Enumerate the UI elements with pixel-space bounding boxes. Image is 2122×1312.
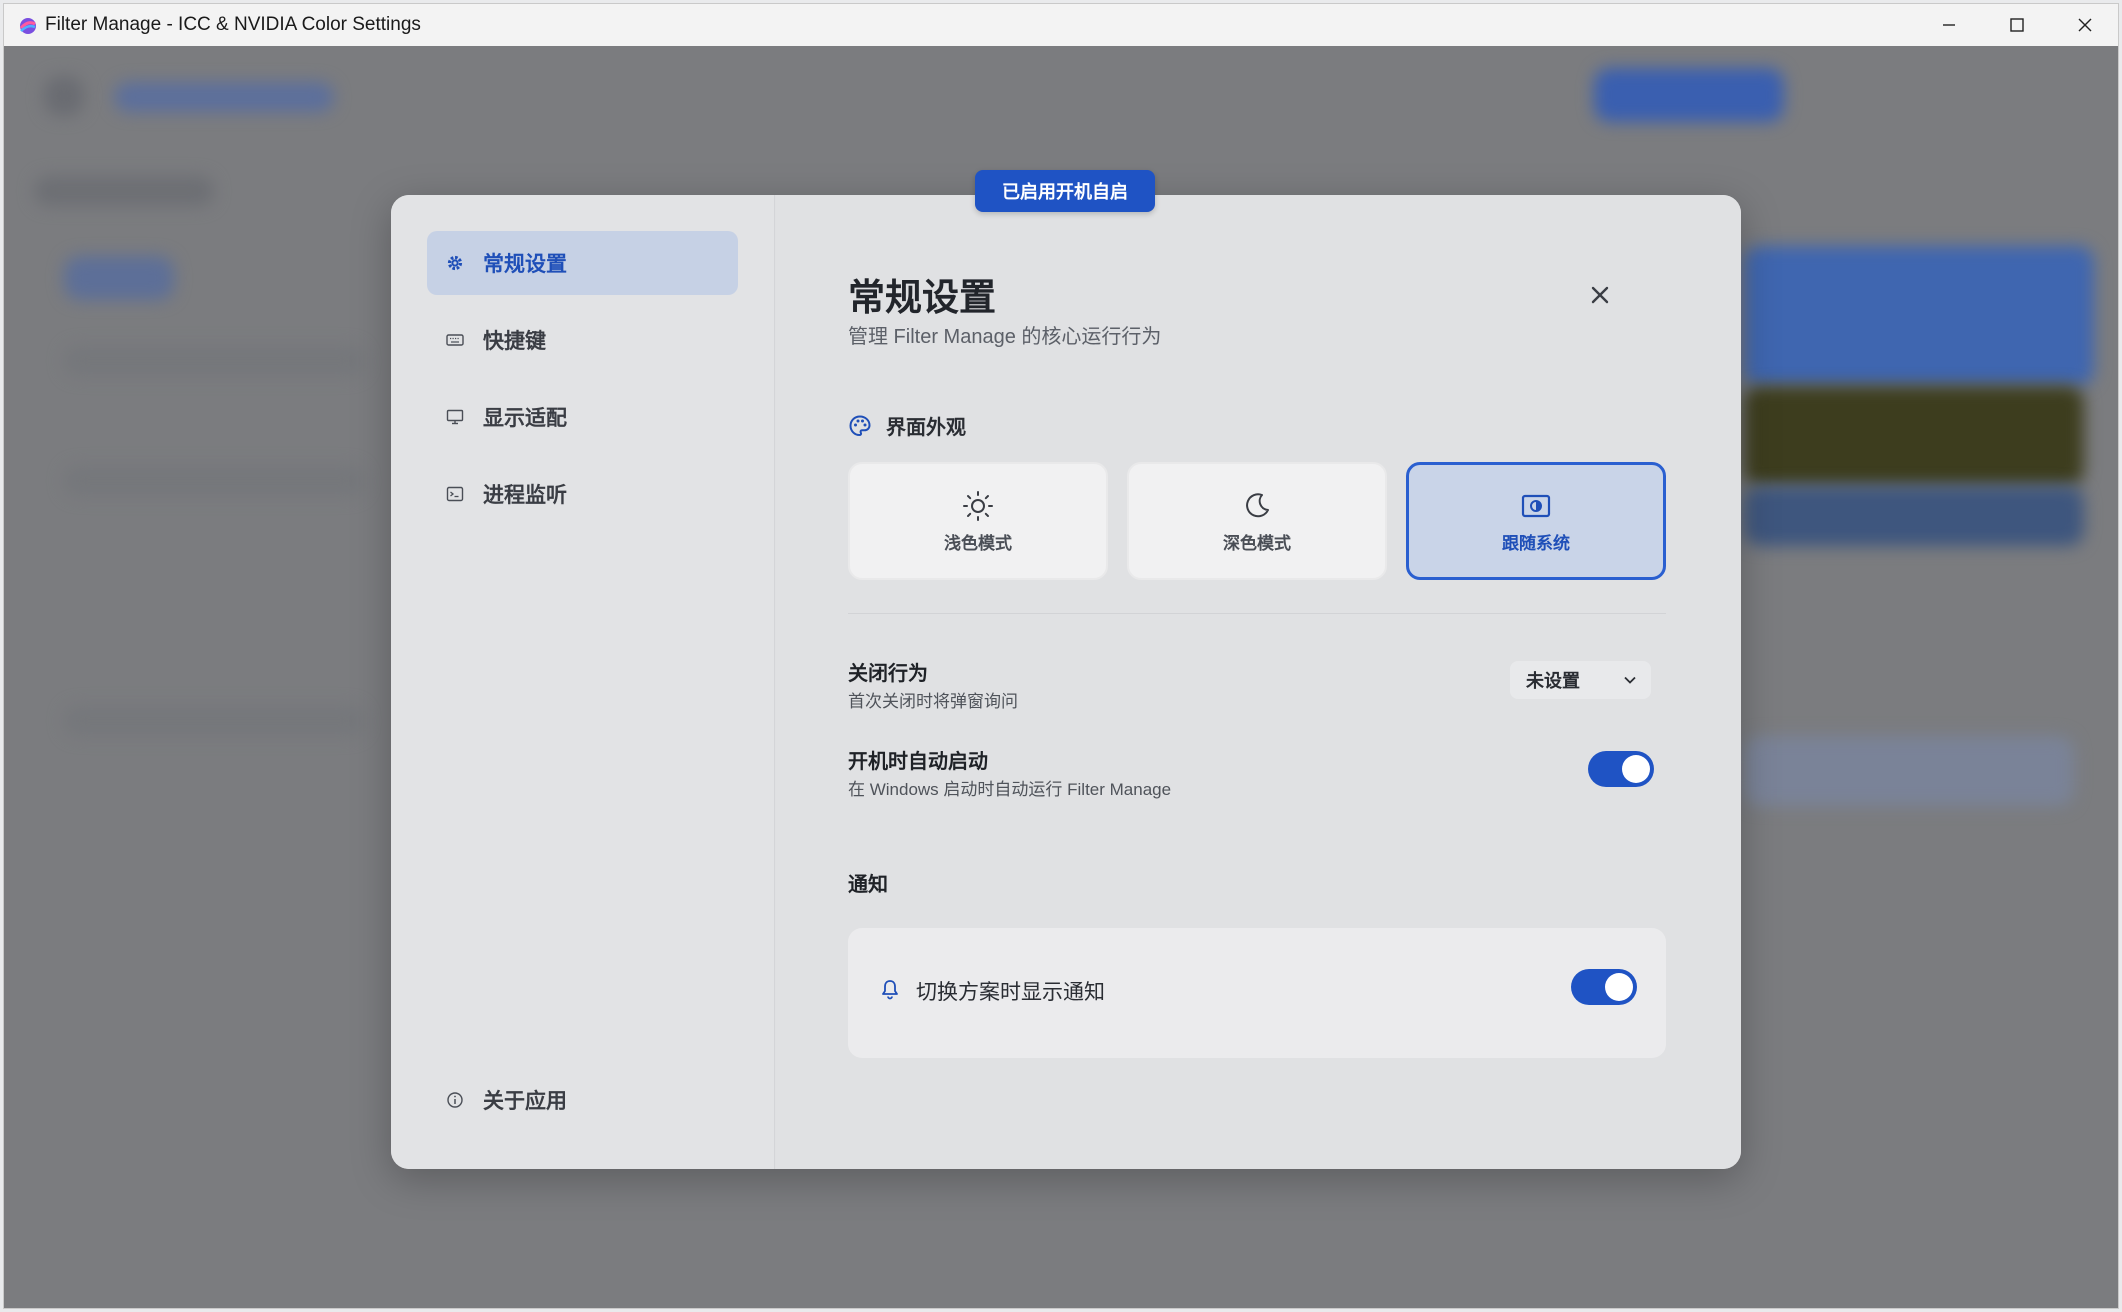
notification-setting-label: 切换方案时显示通知 (916, 981, 1105, 1004)
sidebar-item-display[interactable]: 显示适配 (427, 385, 738, 449)
autostart-title: 开机时自动启动 (848, 751, 988, 773)
bg-tab (64, 256, 174, 300)
settings-dialog-body: 常规设置 快捷键 显示适配 进程监听 关于应用 常规设置 管理 Filter M… (391, 195, 1741, 1169)
autostart-desc: 在 Windows 启动时自动运行 Filter Manage (848, 780, 1172, 799)
maximize-button[interactable] (1982, 4, 2052, 46)
toggle-knob (1605, 973, 1633, 1001)
bg-section-title (34, 176, 214, 206)
window-title: Filter Manage - ICC & NVIDIA Color Setti… (45, 14, 421, 35)
sidebar-item-process[interactable]: 进程监听 (427, 462, 738, 526)
bg-primary-action (1594, 68, 1784, 122)
theme-option-dark[interactable]: 深色模式 (1127, 462, 1387, 580)
app-logo-icon (18, 16, 38, 36)
settings-dialog: 常规设置 快捷键 显示适配 进程监听 关于应用 常规设置 管理 Filter M… (391, 170, 1741, 1169)
bg-brand (114, 82, 334, 112)
close-icon (1591, 286, 1609, 304)
sidebar-item-label: 快捷键 (483, 330, 546, 353)
appearance-section-header: 界面外观 (848, 411, 966, 440)
system-theme-icon (1519, 489, 1553, 523)
maximize-icon (2010, 18, 2024, 32)
bg-row (1744, 736, 2074, 806)
close-window-button[interactable] (2050, 4, 2118, 46)
minimize-icon (1943, 24, 1955, 26)
notifications-section-title: 通知 (848, 874, 888, 896)
sidebar-item-shortcuts[interactable]: 快捷键 (427, 308, 738, 372)
info-icon (445, 1090, 465, 1110)
moon-icon (1240, 489, 1274, 523)
chevron-down-icon (1623, 673, 1637, 692)
notification-setting-row: 切换方案时显示通知 (880, 976, 1105, 1006)
sidebar-item-label: 显示适配 (483, 407, 567, 430)
close-behavior-title: 关闭行为 (848, 663, 928, 685)
close-behavior-select[interactable]: 未设置 (1510, 661, 1651, 699)
settings-content: 常规设置 管理 Filter Manage 的核心运行行为 界面外观 浅色模式 … (776, 195, 1741, 1169)
page-title: 常规设置 (848, 277, 996, 318)
sidebar-item-general[interactable]: 常规设置 (427, 231, 738, 295)
theme-option-light[interactable]: 浅色模式 (848, 462, 1108, 580)
gear-icon (445, 253, 465, 273)
page-subtitle: 管理 Filter Manage 的核心运行行为 (848, 326, 1162, 348)
section-divider (848, 613, 1666, 614)
close-icon (2078, 18, 2092, 32)
title-bar: Filter Manage - ICC & NVIDIA Color Setti… (4, 4, 2118, 46)
bg-card-strip (1744, 486, 2084, 546)
sidebar-item-about[interactable]: 关于应用 (427, 1068, 738, 1132)
notification-setting-card: 切换方案时显示通知 (848, 928, 1666, 1058)
minimize-button[interactable] (1914, 4, 1984, 46)
switch-notification-toggle[interactable] (1571, 969, 1637, 1005)
close-behavior-desc: 首次关闭时将弹窗询问 (848, 692, 1018, 711)
bg-card-blue (1744, 246, 2094, 386)
autostart-toggle[interactable] (1588, 751, 1654, 787)
bg-text-line (64, 346, 364, 376)
bg-logo (44, 76, 84, 116)
sidebar-item-label: 关于应用 (483, 1090, 567, 1113)
bg-card-dark (1744, 386, 2084, 486)
bg-text-line (64, 466, 364, 496)
sidebar-item-label: 常规设置 (483, 253, 567, 276)
theme-option-label: 深色模式 (1223, 533, 1291, 553)
appearance-section-title: 界面外观 (886, 417, 966, 439)
theme-option-label: 跟随系统 (1502, 533, 1570, 553)
close-behavior-value: 未设置 (1526, 671, 1580, 691)
bg-text-line (64, 706, 364, 736)
close-dialog-button[interactable] (1584, 279, 1616, 311)
sidebar-item-label: 进程监听 (483, 484, 567, 507)
bell-icon (880, 978, 900, 1005)
autostart-enabled-badge: 已启用开机自启 (975, 170, 1155, 212)
theme-option-system[interactable]: 跟随系统 (1406, 462, 1666, 580)
theme-option-label: 浅色模式 (944, 533, 1012, 553)
palette-icon (848, 414, 872, 438)
toggle-knob (1622, 755, 1650, 783)
terminal-icon (445, 484, 465, 504)
monitor-icon (445, 407, 465, 427)
sun-icon (961, 489, 995, 523)
keyboard-icon (445, 330, 465, 350)
app-window: Filter Manage - ICC & NVIDIA Color Setti… (3, 3, 2119, 1309)
settings-sidebar: 常规设置 快捷键 显示适配 进程监听 关于应用 (391, 195, 775, 1169)
